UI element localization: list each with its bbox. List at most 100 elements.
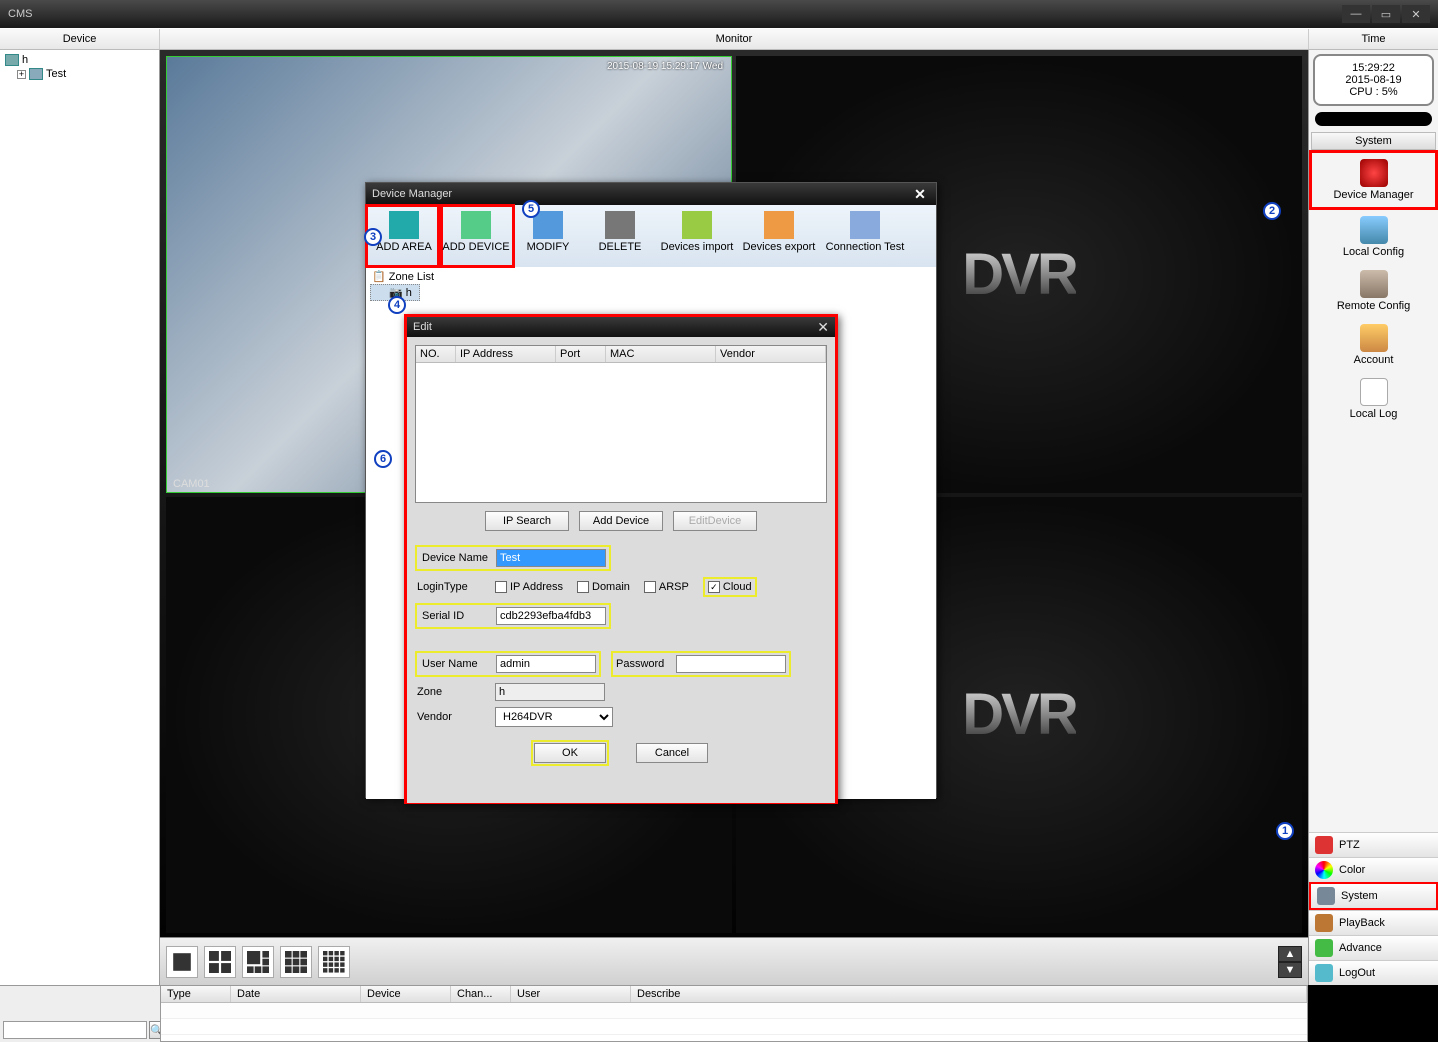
system-remote-config[interactable]: Remote Config: [1309, 264, 1438, 318]
col-no[interactable]: NO.: [416, 346, 456, 362]
dm-toolbar: ADD AREA ADD DEVICE MODIFY DELETE Device…: [366, 205, 936, 267]
system-local-config[interactable]: Local Config: [1309, 210, 1438, 264]
ok-button[interactable]: OK: [534, 743, 606, 763]
device-name-label: Device Name: [420, 552, 496, 564]
vendor-select[interactable]: H264DVR: [495, 707, 613, 727]
clock-panel: 15:29:22 2015-08-19 CPU : 5%: [1313, 54, 1434, 106]
layout-6[interactable]: [242, 946, 274, 978]
col-ip[interactable]: IP Address: [456, 346, 556, 362]
dm-close-icon[interactable]: ✕: [910, 186, 930, 203]
delete-icon: [605, 211, 635, 239]
dm-export[interactable]: Devices export: [738, 207, 820, 265]
col-vendor[interactable]: Vendor: [716, 346, 826, 362]
dm-conntest[interactable]: Connection Test: [820, 207, 910, 265]
col-device[interactable]: Device: [361, 986, 451, 1002]
expand-icon[interactable]: +: [17, 70, 26, 79]
system-header: System: [1311, 132, 1436, 150]
layout-1[interactable]: [166, 946, 198, 978]
opt-domain[interactable]: Domain: [577, 581, 630, 593]
tree-child-label: Test: [46, 68, 66, 80]
add-device-icon: [461, 211, 491, 239]
sidemenu-ptz[interactable]: PTZ: [1309, 832, 1438, 857]
right-sidebar: 15:29:22 2015-08-19 CPU : 5% System Devi…: [1308, 50, 1438, 985]
sidemenu-playback[interactable]: PlayBack: [1309, 910, 1438, 935]
sidemenu-advance[interactable]: Advance: [1309, 935, 1438, 960]
clock-date: 2015-08-19: [1321, 74, 1426, 86]
annotation-2: 2: [1263, 202, 1281, 220]
layout-9[interactable]: [280, 946, 312, 978]
sm-label: PlayBack: [1339, 917, 1385, 929]
sys-label: Remote Config: [1311, 300, 1436, 312]
device-name-input[interactable]: [496, 549, 606, 567]
sidemenu-color[interactable]: Color: [1309, 857, 1438, 882]
sys-label: Account: [1311, 354, 1436, 366]
usage-bar: [1315, 112, 1432, 126]
search-input[interactable]: [3, 1021, 147, 1039]
opt-ip[interactable]: IP Address: [495, 581, 563, 593]
log-grid: Type Date Device Chan... User Describe: [160, 985, 1308, 1042]
zone-list-label[interactable]: 📋 Zone List: [370, 269, 932, 284]
password-input[interactable]: [676, 655, 786, 673]
page-down[interactable]: ▼: [1278, 962, 1302, 978]
opt-arsp[interactable]: ARSP: [644, 581, 689, 593]
camera-label: CAM01: [173, 478, 210, 490]
col-port[interactable]: Port: [556, 346, 606, 362]
col-describe[interactable]: Describe: [631, 986, 1307, 1002]
maximize-button[interactable]: ▭: [1372, 5, 1400, 23]
serial-label: Serial ID: [420, 610, 496, 622]
sm-label: System: [1341, 890, 1378, 902]
sm-label: Advance: [1339, 942, 1382, 954]
color-icon: [1315, 861, 1333, 879]
local-log-icon: [1360, 378, 1388, 406]
col-date[interactable]: Date: [231, 986, 361, 1002]
ip-search-button[interactable]: IP Search: [485, 511, 569, 531]
logout-icon: [1315, 964, 1333, 982]
sys-label: Device Manager: [1314, 189, 1433, 201]
opt-cloud[interactable]: ✓Cloud: [708, 581, 752, 593]
zone-input: [495, 683, 605, 701]
tree-child[interactable]: + Test: [3, 67, 156, 81]
cancel-button[interactable]: Cancel: [636, 743, 708, 763]
col-user[interactable]: User: [511, 986, 631, 1002]
sidemenu-system[interactable]: System: [1309, 882, 1438, 910]
header-monitor: Monitor: [160, 29, 1308, 49]
col-mac[interactable]: MAC: [606, 346, 716, 362]
zone-label: Zone: [415, 686, 491, 698]
app-title: CMS: [8, 8, 32, 20]
page-up[interactable]: ▲: [1278, 946, 1302, 962]
col-chan[interactable]: Chan...: [451, 986, 511, 1002]
user-input[interactable]: [496, 655, 596, 673]
ptz-icon: [1315, 836, 1333, 854]
edit-title: Edit: [413, 321, 432, 333]
system-account[interactable]: Account: [1309, 318, 1438, 372]
placeholder-text: DVR: [962, 241, 1075, 308]
system-device-manager[interactable]: Device Manager: [1309, 150, 1438, 210]
close-button[interactable]: ✕: [1402, 5, 1430, 23]
placeholder-text: DVR: [962, 681, 1075, 748]
dm-title: Device Manager: [372, 188, 452, 200]
search-table: NO. IP Address Port MAC Vendor: [415, 345, 827, 503]
tree-root[interactable]: h: [3, 53, 156, 67]
serial-input[interactable]: [496, 607, 606, 625]
sm-label: PTZ: [1339, 839, 1360, 851]
import-icon: [682, 211, 712, 239]
vendor-label: Vendor: [415, 711, 491, 723]
dm-titlebar[interactable]: Device Manager ✕: [366, 183, 936, 205]
layout-16[interactable]: [318, 946, 350, 978]
edit-close-icon[interactable]: ✕: [817, 319, 829, 336]
add-area-icon: [389, 211, 419, 239]
minimize-button[interactable]: —: [1342, 5, 1370, 23]
layout-4[interactable]: [204, 946, 236, 978]
edit-titlebar[interactable]: Edit ✕: [407, 317, 835, 337]
folder-icon: [5, 54, 19, 66]
dm-import[interactable]: Devices import: [656, 207, 738, 265]
sidemenu-logout[interactable]: LogOut: [1309, 960, 1438, 985]
dm-delete[interactable]: DELETE: [584, 207, 656, 265]
dm-add-device[interactable]: ADD DEVICE: [440, 207, 512, 265]
dm-modify[interactable]: MODIFY: [512, 207, 584, 265]
add-device-button[interactable]: Add Device: [579, 511, 663, 531]
system-local-log[interactable]: Local Log: [1309, 372, 1438, 426]
log-header: Type Date Device Chan... User Describe: [161, 986, 1307, 1003]
remote-config-icon: [1360, 270, 1388, 298]
col-type[interactable]: Type: [161, 986, 231, 1002]
